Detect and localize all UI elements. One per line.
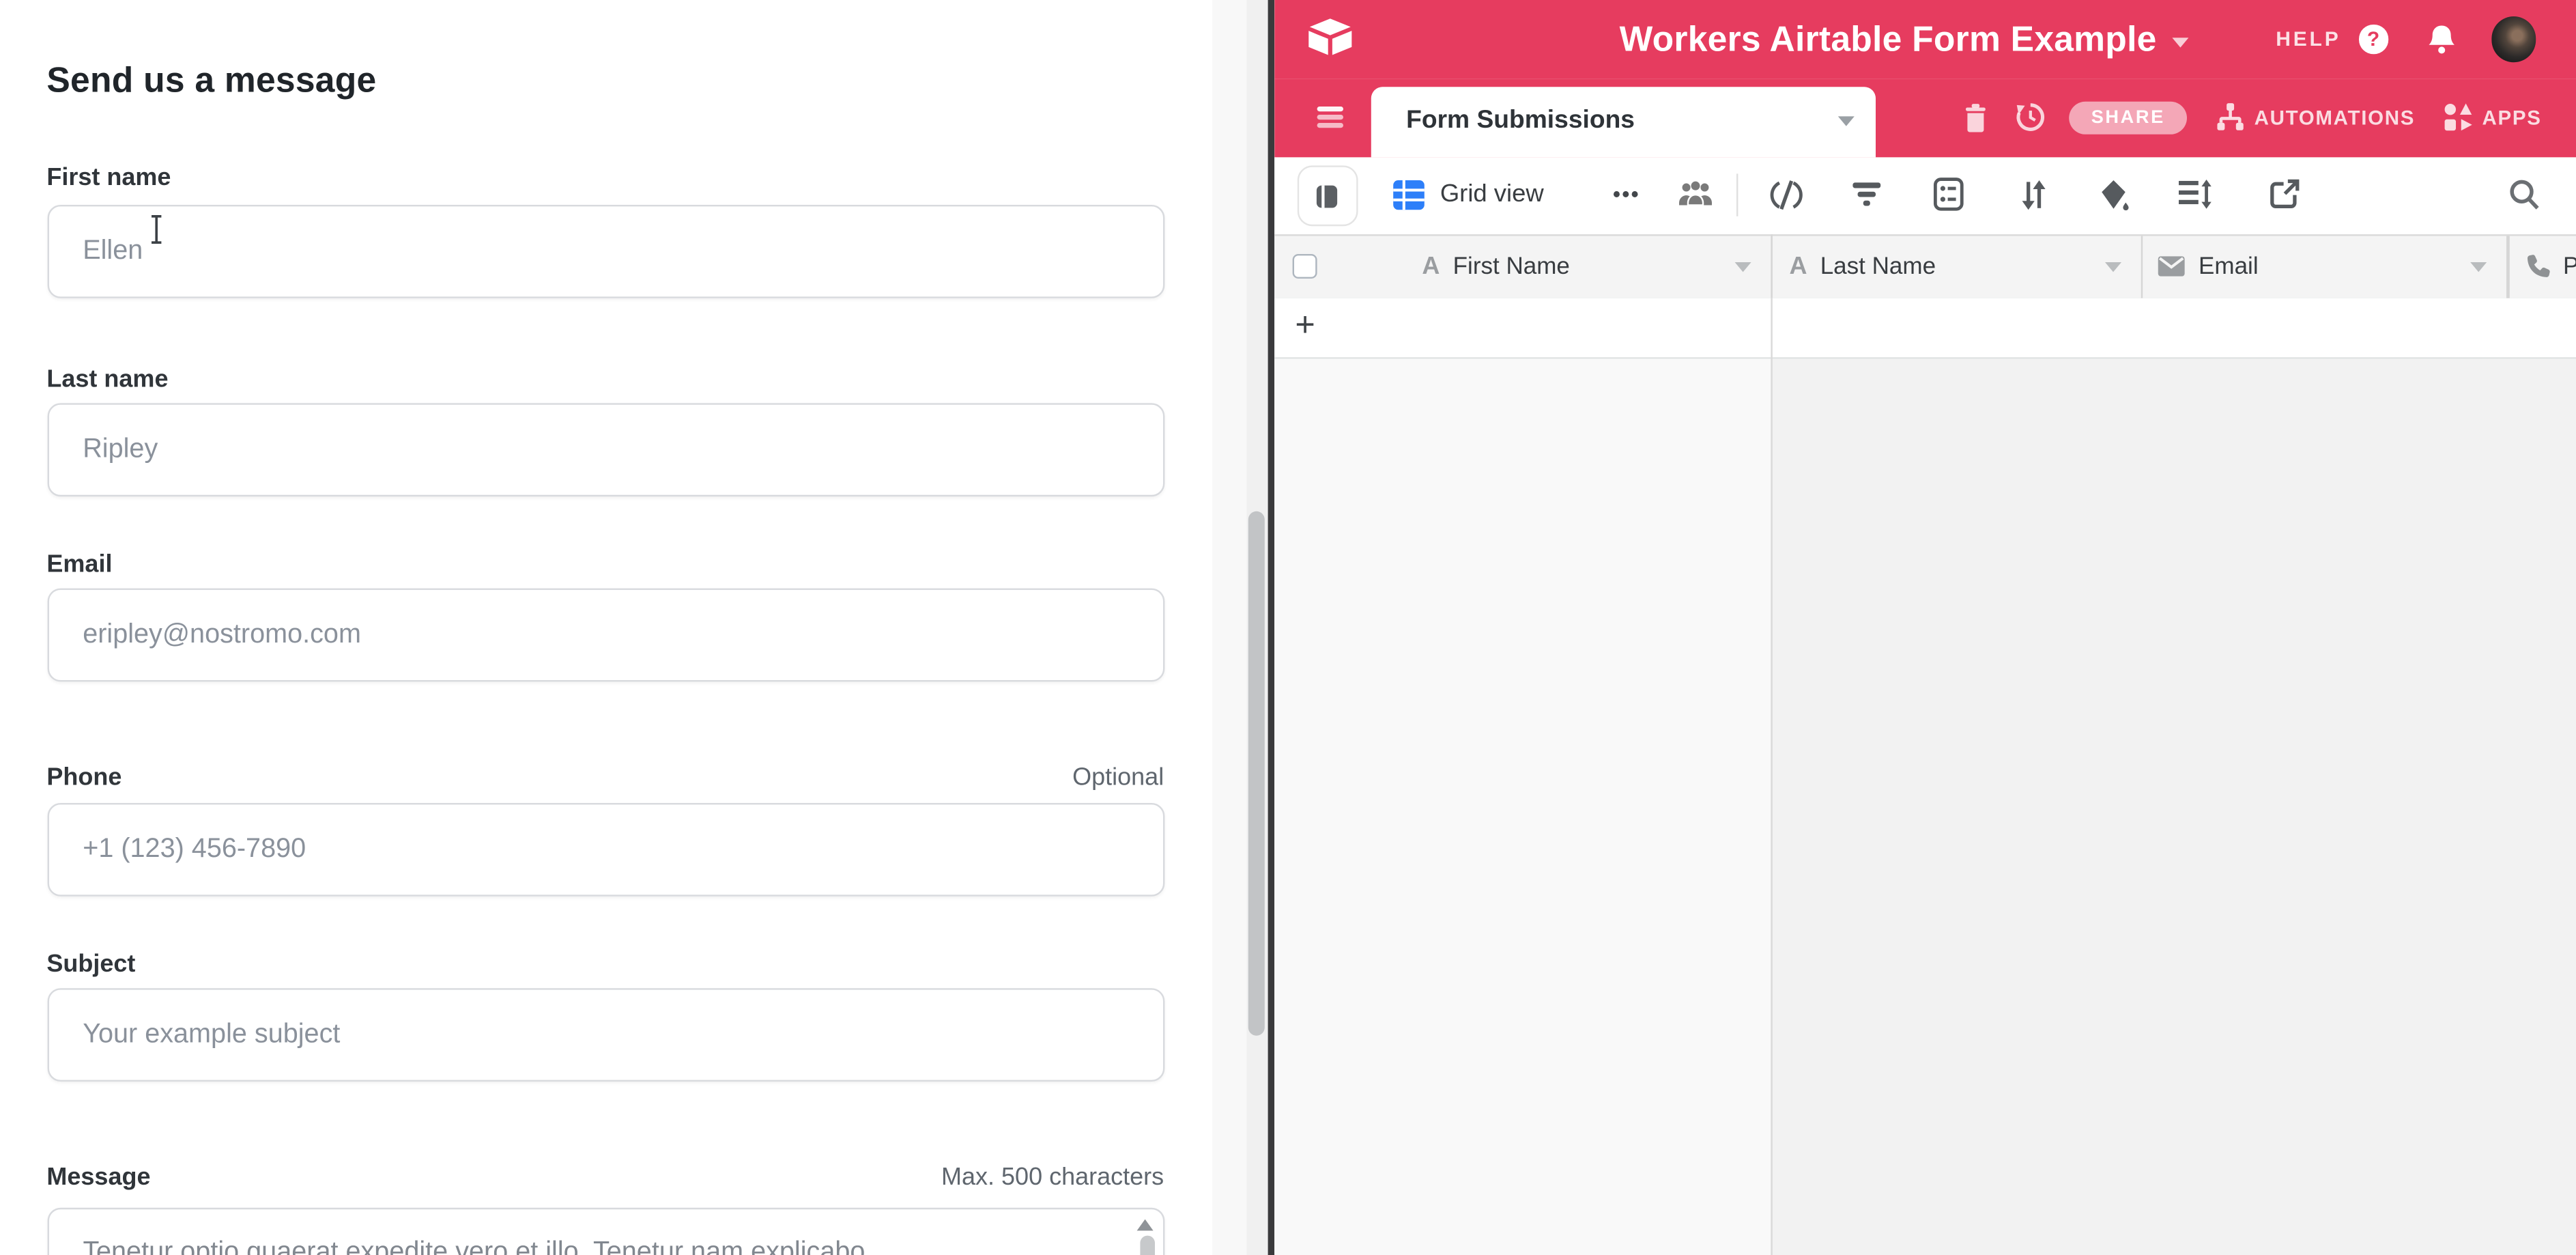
automations-button[interactable]: AUTOMATIONS: [2215, 102, 2415, 134]
airtable-topbar: Workers Airtable Form Example HELP ?: [1274, 0, 2576, 79]
form-heading: Send us a message: [46, 61, 376, 102]
history-icon[interactable]: [2014, 102, 2046, 134]
grid-view-icon[interactable]: [1392, 156, 1425, 231]
group-icon[interactable]: [1933, 156, 1964, 231]
phone-label: Phone: [46, 763, 121, 791]
apps-icon: [2443, 102, 2474, 134]
message-maxchars-note: Max. 500 characters: [941, 1164, 1164, 1192]
page-scrollbar-thumb[interactable]: [1248, 511, 1265, 1036]
subject-input[interactable]: [46, 988, 1164, 1082]
page-gutter: [1212, 0, 1246, 1255]
screen: Send us a message First name Last name E…: [0, 0, 2576, 1255]
sort-icon[interactable]: [2019, 156, 2047, 231]
email-label: Email: [46, 550, 112, 578]
phone-field-icon: [2523, 254, 2549, 280]
text-field-icon: A: [1789, 253, 1807, 281]
hamburger-menu-icon[interactable]: [1317, 107, 1343, 128]
view-name[interactable]: Grid view: [1440, 156, 1544, 231]
column-caret-icon[interactable]: [2471, 262, 2487, 272]
grid-header-row: A First Name A Last Name Email: [1274, 234, 2576, 299]
view-sidebar-toggle-button[interactable]: [1297, 166, 1359, 225]
help-menu[interactable]: HELP: [2276, 28, 2341, 51]
share-view-icon[interactable]: [2269, 156, 2300, 231]
column-header-first-name[interactable]: A First Name: [1274, 236, 1771, 298]
message-textarea[interactable]: Tenetur optio quaerat expedite vero et i…: [46, 1207, 1164, 1255]
textarea-scroll-up-icon[interactable]: [1136, 1219, 1152, 1230]
last-name-input[interactable]: [46, 402, 1164, 496]
email-input[interactable]: [46, 588, 1164, 681]
column-header-last-name[interactable]: A Last Name: [1773, 236, 2141, 298]
text-cursor: [149, 214, 164, 244]
column-caret-icon[interactable]: [1735, 262, 1751, 272]
airtable-tabbar: Form Submissions: [1274, 79, 2576, 156]
column-header-phone[interactable]: Phone: [2509, 236, 2576, 298]
message-label: Message: [46, 1164, 150, 1192]
first-name-label-row: First name: [46, 164, 1164, 192]
frozen-column-divider: [1771, 298, 1773, 1255]
help-question-icon[interactable]: ?: [2359, 25, 2388, 54]
textarea-scrollbar-thumb[interactable]: [1140, 1235, 1155, 1255]
window-divider: [1268, 0, 1274, 1255]
add-row-plus-icon[interactable]: +: [1295, 306, 1315, 346]
grid-empty-area: [1274, 360, 2576, 1255]
first-name-label: First name: [46, 164, 171, 192]
filter-icon[interactable]: [1851, 156, 1883, 231]
contact-form-pane: Send us a message First name Last name E…: [0, 0, 1212, 1255]
column-header-email[interactable]: Email: [2143, 236, 2507, 298]
first-name-input[interactable]: [46, 206, 1164, 299]
page-scrollbar-track[interactable]: [1246, 0, 1268, 1255]
share-button[interactable]: SHARE: [2069, 102, 2187, 135]
automations-icon: [2215, 102, 2246, 134]
hide-fields-icon[interactable]: [1769, 156, 1803, 231]
base-title-caret-icon[interactable]: [2171, 37, 2188, 46]
airtable-window: Workers Airtable Form Example HELP ? For…: [1274, 0, 2576, 1255]
trash-icon[interactable]: [1964, 103, 1987, 132]
tab-form-submissions[interactable]: Form Submissions: [1372, 87, 1876, 156]
color-icon[interactable]: [2098, 156, 2130, 231]
text-field-icon: A: [1422, 253, 1440, 281]
view-toolbar: Grid view •••: [1274, 156, 2576, 236]
frozen-column-divider: [1771, 234, 1773, 298]
collaborators-icon[interactable]: [1678, 156, 1714, 231]
search-icon[interactable]: [2508, 156, 2541, 231]
column-caret-icon[interactable]: [2105, 262, 2121, 272]
table-caret-icon[interactable]: [1838, 117, 1855, 127]
apps-button[interactable]: APPS: [2443, 102, 2542, 134]
message-text: Tenetur optio quaerat expedite vero et i…: [83, 1237, 1113, 1255]
avatar[interactable]: [2491, 17, 2536, 62]
row-height-icon[interactable]: [2177, 156, 2212, 231]
subject-label: Subject: [46, 951, 135, 979]
phone-input[interactable]: [46, 802, 1164, 896]
toolbar-divider: [1736, 173, 1738, 215]
notifications-bell-icon[interactable]: [2425, 23, 2457, 56]
phone-optional-note: Optional: [1072, 763, 1164, 791]
view-options-ellipsis[interactable]: •••: [1613, 156, 1640, 231]
last-name-label: Last name: [46, 365, 168, 393]
email-field-icon: [2158, 256, 2186, 277]
active-table-name: Form Submissions: [1406, 107, 1635, 137]
base-title[interactable]: Workers Airtable Form Example: [1620, 19, 2157, 60]
add-row[interactable]: +: [1274, 298, 2576, 359]
